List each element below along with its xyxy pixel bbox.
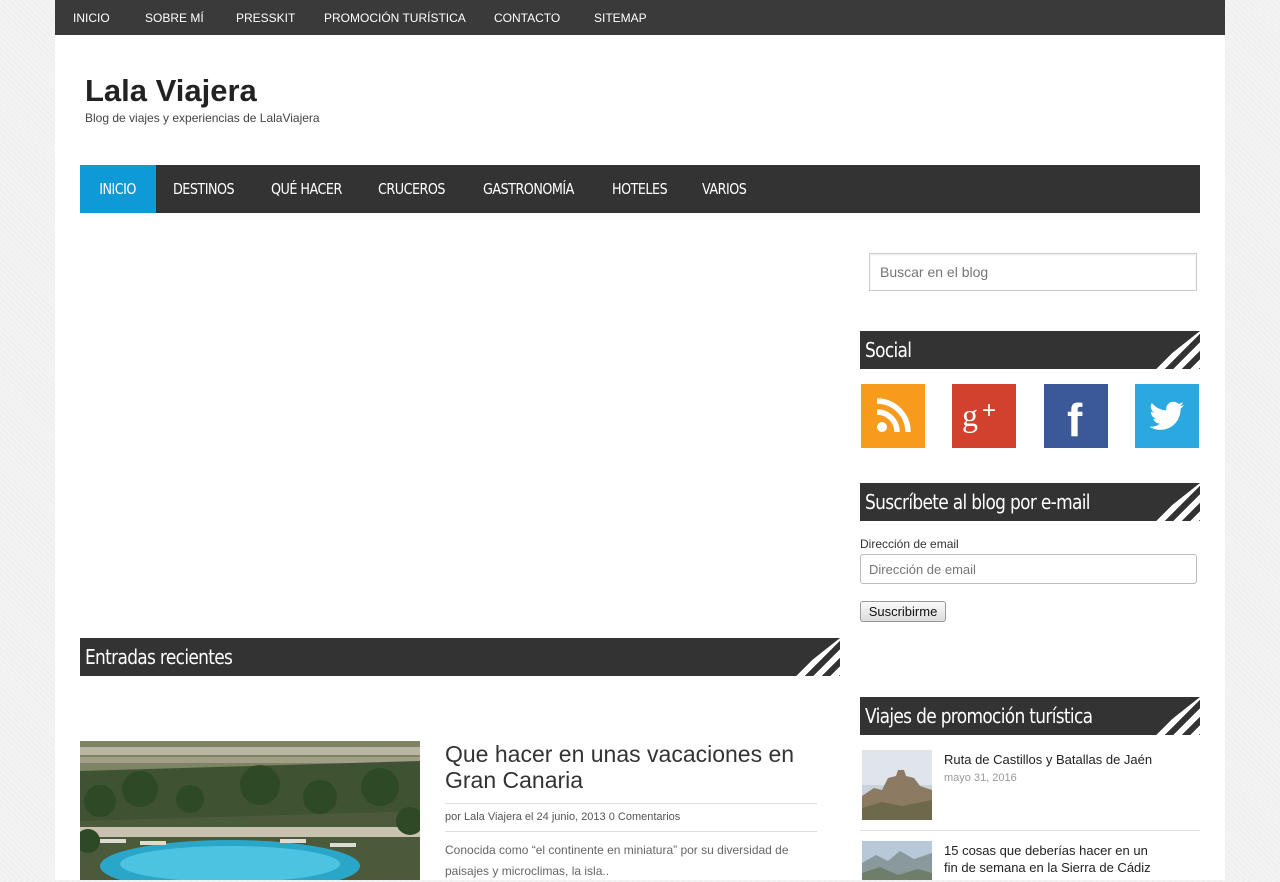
facebook-icon[interactable]: f [1044, 384, 1108, 448]
promo-post[interactable]: 15 cosas que deberías hacer en un fin de… [860, 841, 1200, 880]
post-comments-link[interactable]: 0 Comentarios [609, 811, 681, 823]
search-box [869, 253, 1197, 291]
mainnav-varios[interactable]: VARIOS [702, 165, 747, 213]
post-title[interactable]: Que hacer en unas vacaciones en Gran Can… [445, 741, 817, 793]
topnav-sitemap[interactable]: SITEMAP [594, 0, 647, 36]
post-featured-image[interactable] [80, 741, 420, 880]
main-navigation: INICIO DESTINOS QUÉ HACER CRUCEROS GASTR… [80, 165, 1200, 213]
post-meta-prefix: por [445, 811, 464, 823]
subscribe-button[interactable]: Suscribirme [860, 601, 946, 622]
post-excerpt: Conocida como “el continente en miniatur… [445, 843, 789, 878]
promo-post-title[interactable]: Ruta de Castillos y Batallas de Jaén [944, 751, 1164, 768]
header-stripes-decoration [1152, 697, 1200, 735]
email-field[interactable] [860, 554, 1197, 584]
promo-widget-header: Viajes de promoción turística [860, 697, 1200, 735]
twitter-icon[interactable] [1135, 384, 1199, 448]
svg-text:f: f [1067, 394, 1083, 446]
promo-post[interactable]: Ruta de Castillos y Batallas de Jaén may… [860, 750, 1200, 831]
promo-post-title[interactable]: 15 cosas que deberías hacer en un fin de… [944, 842, 1164, 876]
search-input[interactable] [870, 254, 1190, 290]
promo-post-thumbnail[interactable] [862, 750, 932, 820]
rss-icon[interactable] [861, 384, 925, 448]
mainnav-cruceros[interactable]: CRUCEROS [378, 165, 445, 213]
topnav-sobre-mi[interactable]: SOBRE MÍ [145, 0, 204, 36]
post-meta: por Lala Viajera el 24 junio, 2013 0 Com… [445, 803, 817, 832]
google-plus-icon[interactable]: g + [952, 384, 1016, 448]
post-date: el 24 junio, 2013 [521, 811, 609, 823]
mainnav-gastronomia[interactable]: GASTRONOMÍA [483, 165, 574, 213]
header-stripes-decoration [1152, 483, 1200, 521]
post-author-link[interactable]: Lala Viajera [464, 811, 522, 823]
top-navigation: INICIO SOBRE MÍ PRESSKIT PROMOCIÓN TURÍS… [55, 0, 1225, 35]
mainnav-que-hacer[interactable]: QUÉ HACER [271, 165, 342, 213]
mainnav-inicio[interactable]: INICIO [80, 165, 156, 213]
topnav-contacto[interactable]: CONTACTO [494, 0, 560, 36]
social-widget-header: Social [860, 331, 1200, 369]
header-stripes-decoration [1152, 331, 1200, 369]
subscribe-widget-header: Suscríbete al blog por e-mail [860, 483, 1200, 521]
promo-post-date: mayo 31, 2016 [944, 772, 1017, 784]
recent-posts-heading: Entradas recientes [85, 645, 233, 669]
mainnav-hoteles[interactable]: HOTELES [612, 165, 668, 213]
mainnav-destinos[interactable]: DESTINOS [173, 165, 235, 213]
social-heading: Social [865, 338, 912, 362]
recent-posts-header: Entradas recientes [80, 638, 840, 676]
site-description: Blog de viajes y experiencias de LalaVia… [85, 111, 320, 125]
mainnav-inicio-label: INICIO [99, 180, 137, 198]
svg-text:+: + [982, 397, 996, 424]
site-title[interactable]: Lala Viajera [85, 73, 257, 109]
topnav-promocion-turistica[interactable]: PROMOCIÓN TURÍSTICA [324, 0, 466, 36]
promo-post-thumbnail[interactable] [862, 841, 932, 880]
header-stripes-decoration [792, 638, 840, 676]
promo-heading: Viajes de promoción turística [865, 704, 1093, 728]
subscribe-heading: Suscríbete al blog por e-mail [865, 490, 1090, 514]
topnav-presskit[interactable]: PRESSKIT [236, 0, 295, 36]
email-label: Dirección de email [860, 537, 959, 551]
topnav-inicio[interactable]: INICIO [73, 0, 110, 36]
page: INICIO SOBRE MÍ PRESSKIT PROMOCIÓN TURÍS… [55, 0, 1225, 880]
svg-text:g: g [962, 397, 978, 433]
